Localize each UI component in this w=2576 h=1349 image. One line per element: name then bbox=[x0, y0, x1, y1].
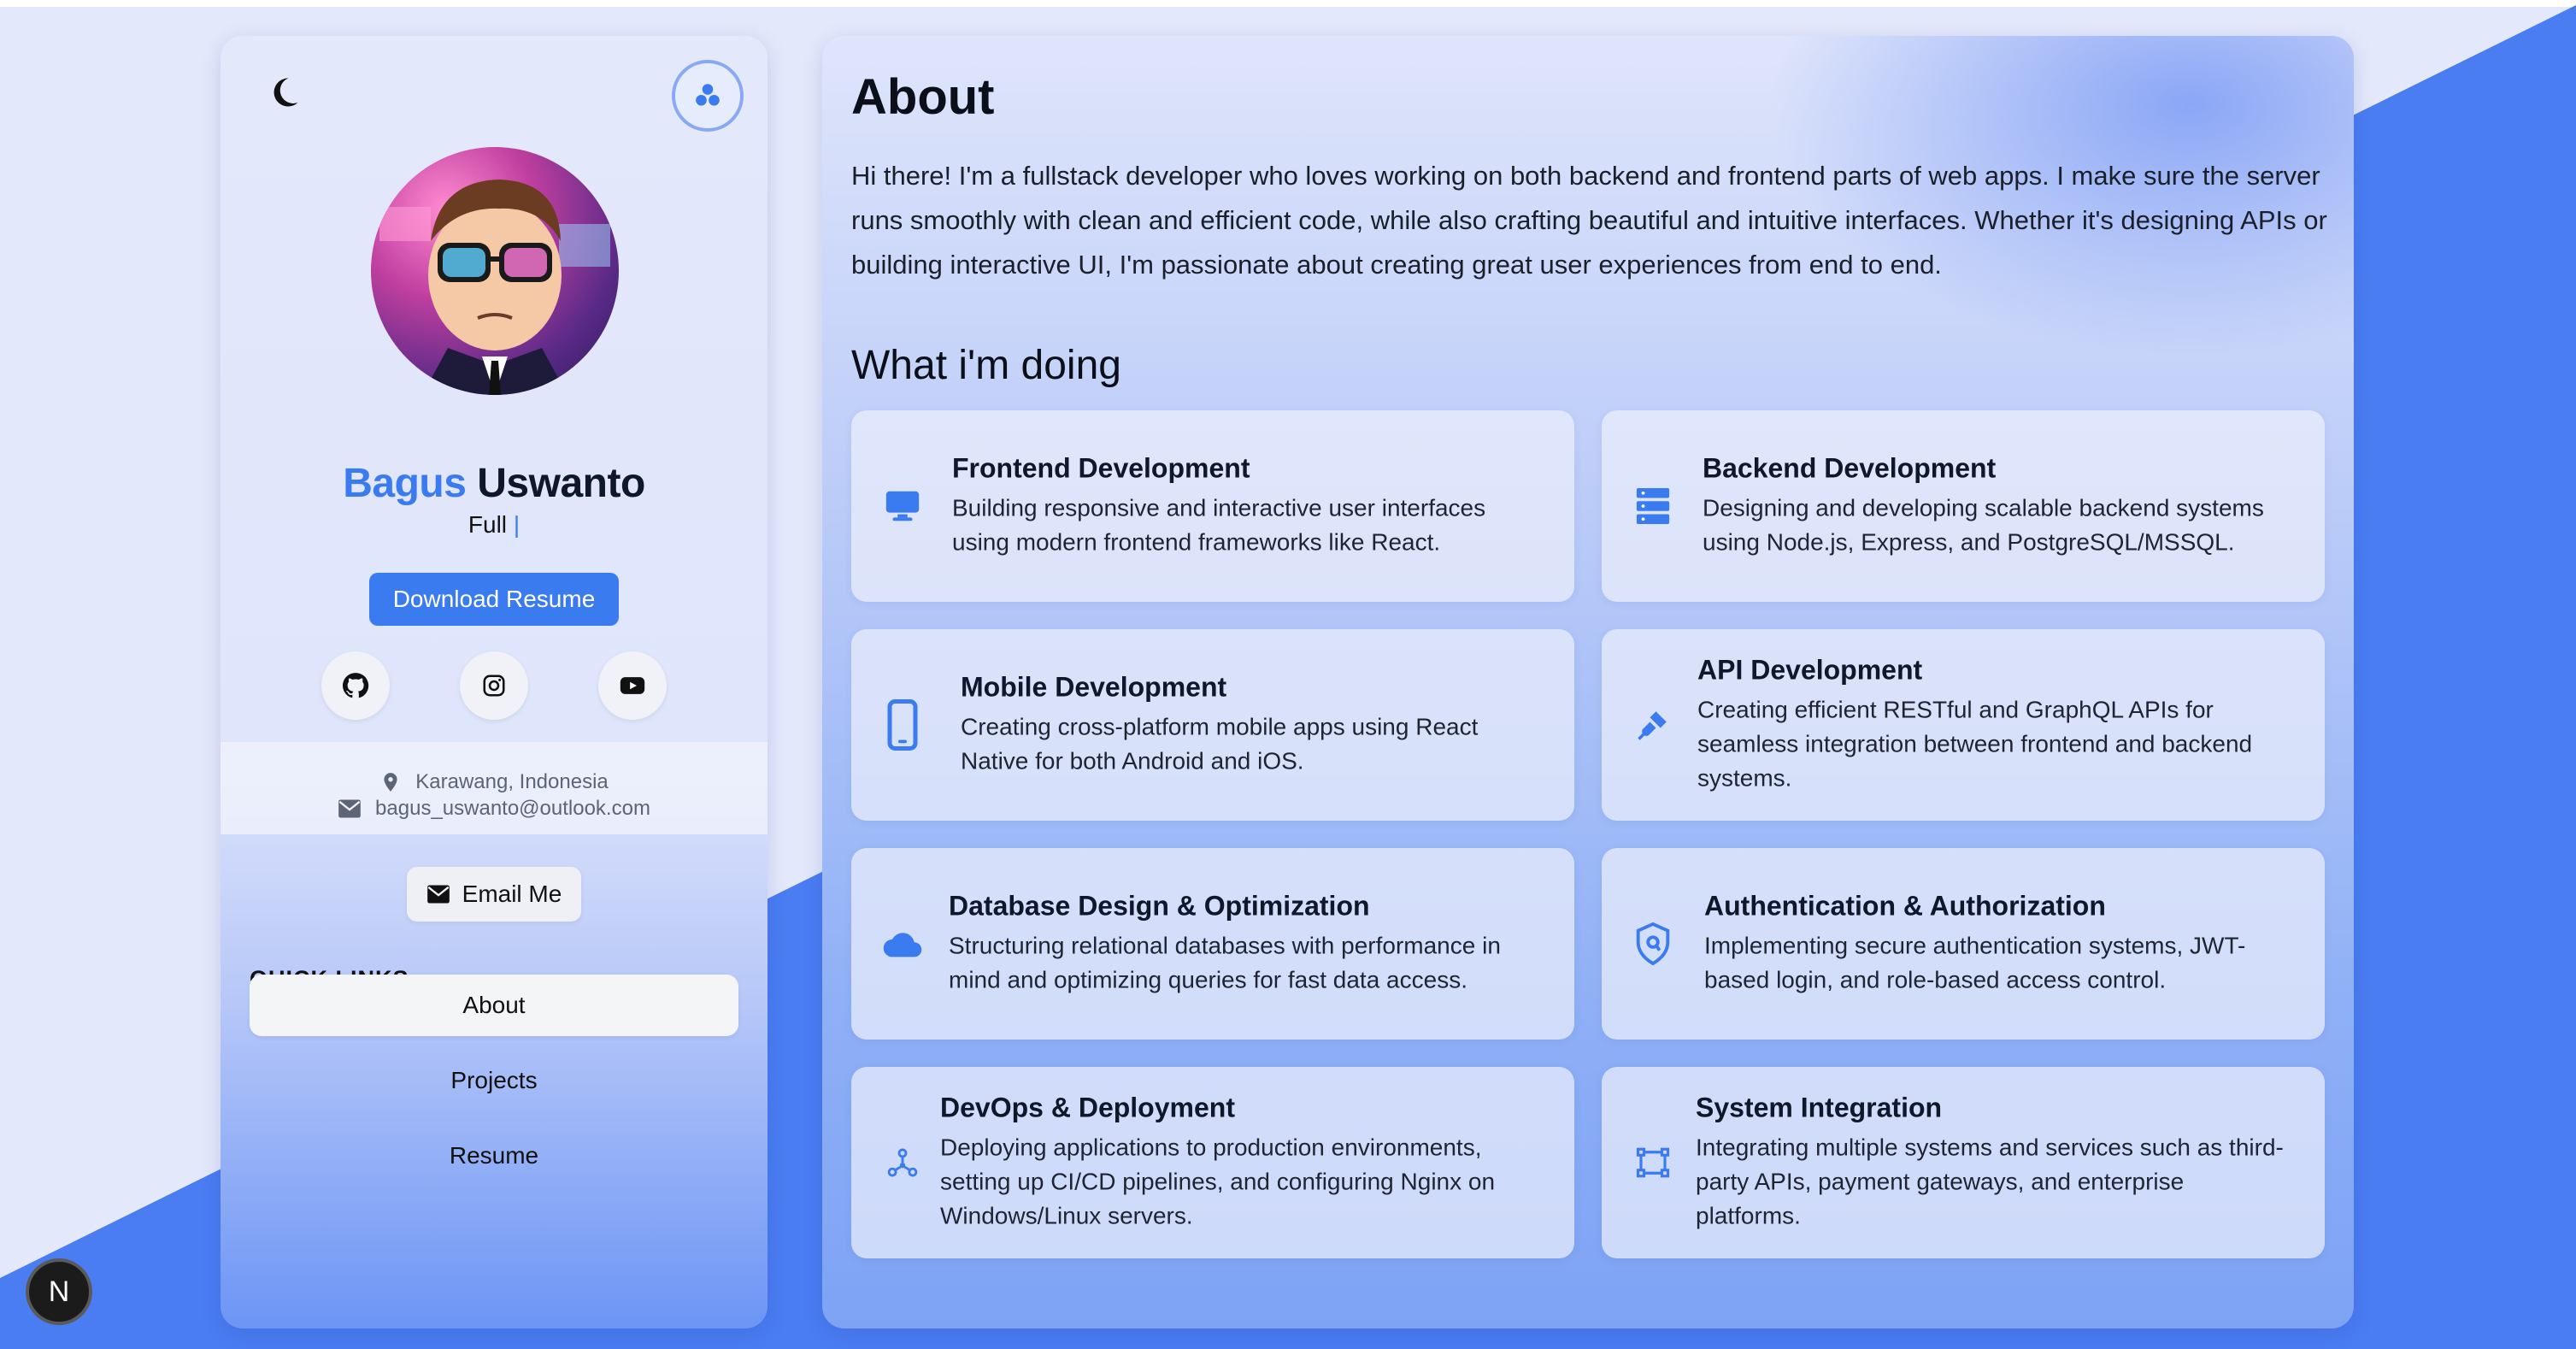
service-title: Authentication & Authorization bbox=[1704, 890, 2106, 922]
location-text: Karawang, Indonesia bbox=[415, 770, 609, 793]
mail-icon bbox=[338, 799, 361, 818]
integration-icon bbox=[1631, 1140, 1675, 1185]
service-card-api: API Development Creating efficient RESTf… bbox=[1602, 629, 2325, 821]
service-card-integration: System Integration Integrating multiple … bbox=[1602, 1067, 2325, 1258]
typing-caret: | bbox=[513, 511, 520, 538]
service-card-database: Database Design & Optimization Structuri… bbox=[851, 848, 1574, 1040]
network-icon bbox=[880, 1140, 925, 1185]
palette-icon bbox=[696, 84, 720, 106]
cloud-icon bbox=[880, 922, 925, 966]
service-title: System Integration bbox=[1696, 1092, 1943, 1123]
profile-sidebar: Bagus Uswanto Full | Download Resume Kar… bbox=[221, 36, 768, 1328]
monitor-icon bbox=[880, 484, 925, 528]
plug-icon bbox=[1631, 703, 1675, 747]
service-description: Designing and developing scalable backen… bbox=[1703, 494, 2264, 556]
service-description: Building responsive and interactive user… bbox=[952, 494, 1486, 556]
service-title: Mobile Development bbox=[961, 671, 1227, 703]
service-card-devops: DevOps & Deployment Deploying applicatio… bbox=[851, 1067, 1574, 1258]
service-description: Implementing secure authentication syste… bbox=[1704, 932, 2246, 993]
service-title: API Development bbox=[1697, 654, 1923, 686]
page-title: About bbox=[851, 69, 995, 125]
theme-color-button[interactable] bbox=[672, 60, 744, 132]
contact-info: Karawang, Indonesia bagus_uswanto@outloo… bbox=[221, 742, 768, 834]
profile-role: Full | bbox=[221, 511, 768, 539]
service-description: Deploying applications to production env… bbox=[940, 1134, 1496, 1229]
service-description: Creating cross-platform mobile apps usin… bbox=[961, 713, 1479, 775]
nav-item-about[interactable]: About bbox=[250, 975, 738, 1036]
instagram-icon bbox=[483, 674, 505, 697]
first-name: Bagus bbox=[343, 461, 467, 506]
nav-item-resume[interactable]: Resume bbox=[250, 1125, 738, 1187]
github-link[interactable] bbox=[321, 651, 390, 720]
location-row: Karawang, Indonesia bbox=[221, 769, 768, 795]
service-title: Backend Development bbox=[1703, 452, 1997, 484]
service-description: Creating efficient RESTful and GraphQL A… bbox=[1697, 696, 2253, 792]
location-pin-icon bbox=[384, 773, 397, 792]
service-card-backend: Backend Development Designing and develo… bbox=[1602, 410, 2325, 602]
instagram-link[interactable] bbox=[460, 651, 528, 720]
email-row: bagus_uswanto@outlook.com bbox=[221, 797, 768, 821]
role-text: Full bbox=[468, 511, 508, 538]
mail-icon bbox=[426, 885, 450, 904]
top-strip bbox=[0, 0, 2576, 7]
last-name: Uswanto bbox=[477, 461, 645, 506]
email-me-button[interactable]: Email Me bbox=[407, 867, 581, 922]
service-description: Structuring relational databases with pe… bbox=[949, 932, 1501, 993]
moon-icon[interactable] bbox=[265, 74, 303, 111]
download-resume-button[interactable]: Download Resume bbox=[369, 573, 619, 626]
service-card-mobile: Mobile Development Creating cross-platfo… bbox=[851, 629, 1574, 821]
shield-icon bbox=[1631, 922, 1675, 966]
avatar-illustration bbox=[379, 180, 610, 395]
service-card-auth: Authentication & Authorization Implement… bbox=[1602, 848, 2325, 1040]
server-icon bbox=[1631, 484, 1675, 528]
service-description: Integrating multiple systems and service… bbox=[1696, 1134, 2284, 1229]
youtube-icon bbox=[620, 677, 645, 694]
email-text: bagus_uswanto@outlook.com bbox=[375, 797, 650, 820]
nav-item-projects[interactable]: Projects bbox=[250, 1050, 738, 1111]
youtube-link[interactable] bbox=[598, 651, 667, 720]
profile-name: Bagus Uswanto bbox=[221, 460, 768, 507]
service-title: Database Design & Optimization bbox=[949, 890, 1370, 922]
avatar bbox=[371, 147, 619, 395]
dev-tools-badge[interactable]: N bbox=[26, 1258, 92, 1325]
service-title: Frontend Development bbox=[952, 452, 1250, 484]
github-icon bbox=[342, 673, 369, 698]
about-panel: About Hi there! I'm a fullstack develope… bbox=[822, 36, 2354, 1328]
section-title: What i'm doing bbox=[851, 343, 1121, 388]
service-title: DevOps & Deployment bbox=[940, 1092, 1235, 1123]
service-card-frontend: Frontend Development Building responsive… bbox=[851, 410, 1574, 602]
mobile-icon bbox=[880, 699, 925, 751]
about-description: Hi there! I'm a fullstack developer who … bbox=[851, 161, 2327, 280]
email-me-label: Email Me bbox=[462, 881, 562, 907]
